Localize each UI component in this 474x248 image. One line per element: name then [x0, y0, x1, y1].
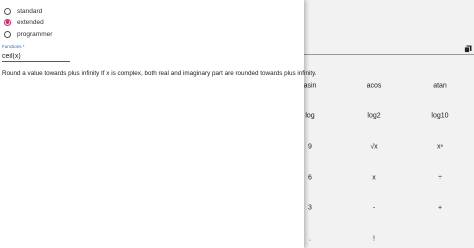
key-factorial[interactable]: ! — [373, 236, 375, 243]
key-multiply[interactable]: x — [372, 175, 376, 182]
key-asin[interactable]: asin — [304, 83, 317, 90]
mode-option-label: programmer — [17, 30, 53, 38]
calculator-keypad: asin acos atan log log2 log10 9 √x xⁿ 6 … — [304, 0, 474, 248]
key-6[interactable]: 6 — [308, 175, 312, 182]
key-log2[interactable]: log2 — [367, 113, 380, 120]
key-plus[interactable]: + — [438, 205, 442, 212]
key-3[interactable]: 3 — [308, 205, 312, 212]
key-sqrt[interactable]: √x — [370, 144, 377, 151]
key-log[interactable]: log — [305, 113, 314, 120]
radio-checked-icon[interactable] — [4, 18, 11, 26]
key-atan[interactable]: atan — [433, 83, 447, 90]
key-log10[interactable]: log10 — [431, 113, 448, 120]
function-description: Round a value towards plus infinity If x… — [2, 70, 317, 77]
mode-option-label: extended — [17, 18, 44, 26]
mode-option-label: standard — [17, 7, 43, 15]
mode-option-extended[interactable]: extended — [4, 17, 44, 27]
key-minus[interactable]: - — [373, 205, 375, 212]
functions-input[interactable] — [2, 51, 70, 62]
radio-unchecked-icon[interactable] — [4, 30, 11, 38]
functions-field-label: Functions * — [2, 44, 25, 49]
key-power[interactable]: xⁿ — [437, 144, 443, 151]
key-decimal[interactable]: . — [309, 236, 311, 243]
mode-option-standard[interactable]: standard — [4, 6, 42, 16]
function-info-panel: standard extended programmer Functions *… — [0, 0, 317, 248]
key-acos[interactable]: acos — [367, 83, 382, 90]
radio-unchecked-icon[interactable] — [4, 7, 11, 15]
mode-option-programmer[interactable]: programmer — [4, 29, 52, 39]
key-9[interactable]: 9 — [308, 144, 312, 151]
key-divide[interactable]: ÷ — [438, 175, 442, 182]
